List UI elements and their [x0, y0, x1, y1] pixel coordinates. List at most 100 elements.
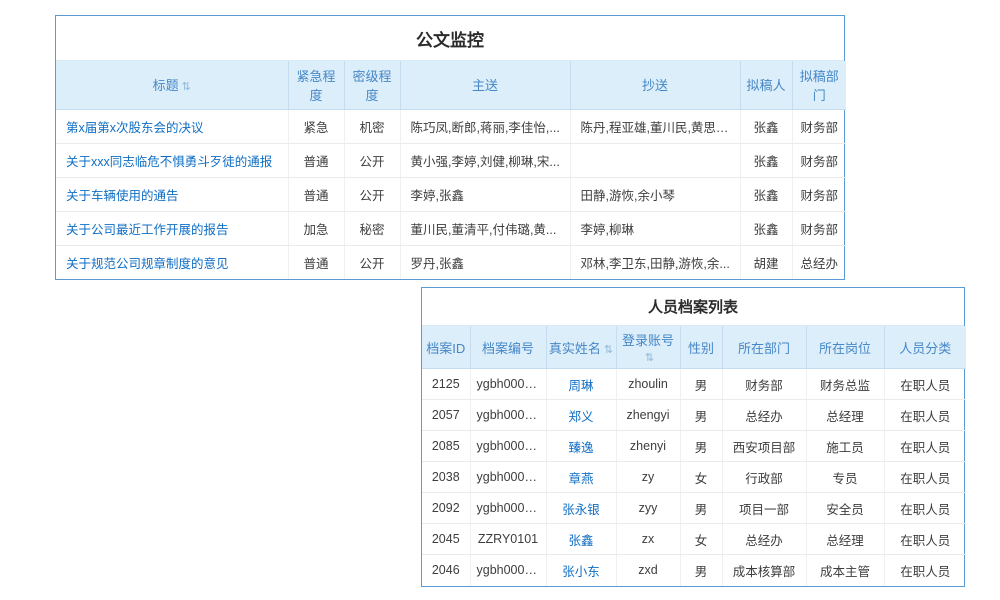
table-cell: 女	[680, 524, 722, 555]
column-header-label: 紧急程度	[296, 69, 335, 103]
table-cell[interactable]: 郑义	[546, 400, 616, 431]
table-cell	[570, 143, 740, 177]
sort-icon[interactable]: ⇅	[604, 343, 613, 356]
column-header-label: 登录账号	[622, 333, 674, 348]
table-cell: 财务部	[792, 211, 846, 245]
table-cell: 项目一部	[722, 493, 806, 524]
table-cell: 李婷,柳琳	[570, 211, 740, 245]
column-header-label: 拟稿部门	[800, 69, 839, 103]
personnel-list-panel: 人员档案列表 档案ID档案编号真实姓名⇅登录账号⇅性别所在部门所在岗位人员分类 …	[421, 287, 965, 587]
table-cell: ygbh000104	[470, 493, 546, 524]
column-header-label: 真实姓名	[549, 341, 601, 356]
table-cell: 罗丹,张鑫	[400, 245, 570, 279]
table-cell: 总经理	[806, 524, 884, 555]
column-header-4: 性别	[680, 326, 722, 369]
table-cell: zhenyi	[616, 431, 680, 462]
table-cell: zxd	[616, 555, 680, 586]
table-cell[interactable]: 张小东	[546, 555, 616, 586]
column-header-1: 档案编号	[470, 326, 546, 369]
table-cell: 2085	[422, 431, 470, 462]
table-cell[interactable]: 第x届第x次股东会的决议	[56, 109, 288, 143]
table-row: 2046ygbh000050张小东zxd男成本核算部成本主管在职人员	[422, 555, 966, 586]
table-cell: 行政部	[722, 462, 806, 493]
table-row: 2125ygbh000070周琳zhoulin男财务部财务总监在职人员	[422, 369, 966, 400]
table-cell: 成本核算部	[722, 555, 806, 586]
table-cell[interactable]: 关于公司最近工作开展的报告	[56, 211, 288, 245]
personnel-list-title: 人员档案列表	[422, 288, 964, 326]
column-header-label: 人员分类	[899, 341, 951, 356]
table-cell: 董川民,董清平,付伟璐,黄...	[400, 211, 570, 245]
table-cell: 在职人员	[884, 555, 966, 586]
table-cell: 西安项目部	[722, 431, 806, 462]
table-cell: 普通	[288, 177, 344, 211]
table-cell: 张鑫	[740, 177, 792, 211]
table-cell: 田静,游恢,余小琴	[570, 177, 740, 211]
column-header-2: 密级程度	[344, 61, 400, 109]
table-cell: 2092	[422, 493, 470, 524]
table-cell: zyy	[616, 493, 680, 524]
column-header-7: 人员分类	[884, 326, 966, 369]
table-cell: 男	[680, 493, 722, 524]
table-cell: 在职人员	[884, 431, 966, 462]
table-cell: 财务部	[792, 177, 846, 211]
table-cell: 财务部	[792, 109, 846, 143]
table-cell: 普通	[288, 245, 344, 279]
table-row: 关于公司最近工作开展的报告加急秘密董川民,董清平,付伟璐,黄...李婷,柳琳张鑫…	[56, 211, 846, 245]
column-header-3[interactable]: 登录账号 ⇅	[616, 326, 680, 369]
table-cell: 总经办	[792, 245, 846, 279]
table-cell[interactable]: 关于xxx同志临危不惧勇斗歹徒的通报	[56, 143, 288, 177]
table-cell: 陈丹,程亚雄,董川民,黄思璐...	[570, 109, 740, 143]
table-cell: 男	[680, 555, 722, 586]
table-cell: 总经办	[722, 400, 806, 431]
table-cell[interactable]: 关于规范公司规章制度的意见	[56, 245, 288, 279]
column-header-label: 性别	[688, 341, 714, 356]
table-cell: 财务部	[792, 143, 846, 177]
column-header-label: 标题	[153, 78, 179, 93]
table-cell: 公开	[344, 245, 400, 279]
column-header-6: 拟稿部门	[792, 61, 846, 109]
table-cell: ygbh000068	[470, 400, 546, 431]
table-cell: 财务部	[722, 369, 806, 400]
column-header-5: 所在部门	[722, 326, 806, 369]
table-cell: 在职人员	[884, 493, 966, 524]
table-cell: 男	[680, 369, 722, 400]
column-header-label: 所在岗位	[819, 341, 871, 356]
sort-icon[interactable]: ⇅	[182, 80, 191, 93]
table-row: 2092ygbh000104张永银zyy男项目一部安全员在职人员	[422, 493, 966, 524]
table-cell: ygbh000038	[470, 462, 546, 493]
table-cell[interactable]: 章燕	[546, 462, 616, 493]
table-cell[interactable]: 周琳	[546, 369, 616, 400]
column-header-3: 主送	[400, 61, 570, 109]
table-cell: 2038	[422, 462, 470, 493]
column-header-0[interactable]: 标题⇅	[56, 61, 288, 109]
sort-icon[interactable]: ⇅	[645, 351, 654, 364]
column-header-label: 抄送	[642, 78, 668, 93]
table-cell: 邓林,李卫东,田静,游恢,余...	[570, 245, 740, 279]
table-cell: 在职人员	[884, 462, 966, 493]
document-monitor-panel: 公文监控 标题⇅紧急程度密级程度主送抄送拟稿人拟稿部门 第x届第x次股东会的决议…	[55, 15, 845, 280]
table-cell: 张鑫	[740, 211, 792, 245]
table-cell: 加急	[288, 211, 344, 245]
column-header-2[interactable]: 真实姓名⇅	[546, 326, 616, 369]
table-cell: ygbh000070	[470, 369, 546, 400]
table-cell: 公开	[344, 177, 400, 211]
table-cell[interactable]: 张永银	[546, 493, 616, 524]
table-cell: zhengyi	[616, 400, 680, 431]
table-cell: 黄小强,李婷,刘健,柳琳,宋...	[400, 143, 570, 177]
table-cell: 施工员	[806, 431, 884, 462]
table-cell[interactable]: 张鑫	[546, 524, 616, 555]
table-cell: 在职人员	[884, 400, 966, 431]
table-cell: 普通	[288, 143, 344, 177]
column-header-label: 拟稿人	[746, 78, 785, 93]
table-cell[interactable]: 关于车辆使用的通告	[56, 177, 288, 211]
table-cell: 成本主管	[806, 555, 884, 586]
table-cell: 男	[680, 431, 722, 462]
table-row: 2085ygbh000111臻逸zhenyi男西安项目部施工员在职人员	[422, 431, 966, 462]
table-row: 2057ygbh000068郑义zhengyi男总经办总经理在职人员	[422, 400, 966, 431]
column-header-label: 主送	[472, 78, 498, 93]
document-monitor-table: 标题⇅紧急程度密级程度主送抄送拟稿人拟稿部门 第x届第x次股东会的决议紧急机密陈…	[56, 61, 846, 279]
column-header-4: 抄送	[570, 61, 740, 109]
table-cell: 总经理	[806, 400, 884, 431]
table-cell[interactable]: 臻逸	[546, 431, 616, 462]
column-header-label: 档案ID	[426, 341, 465, 356]
